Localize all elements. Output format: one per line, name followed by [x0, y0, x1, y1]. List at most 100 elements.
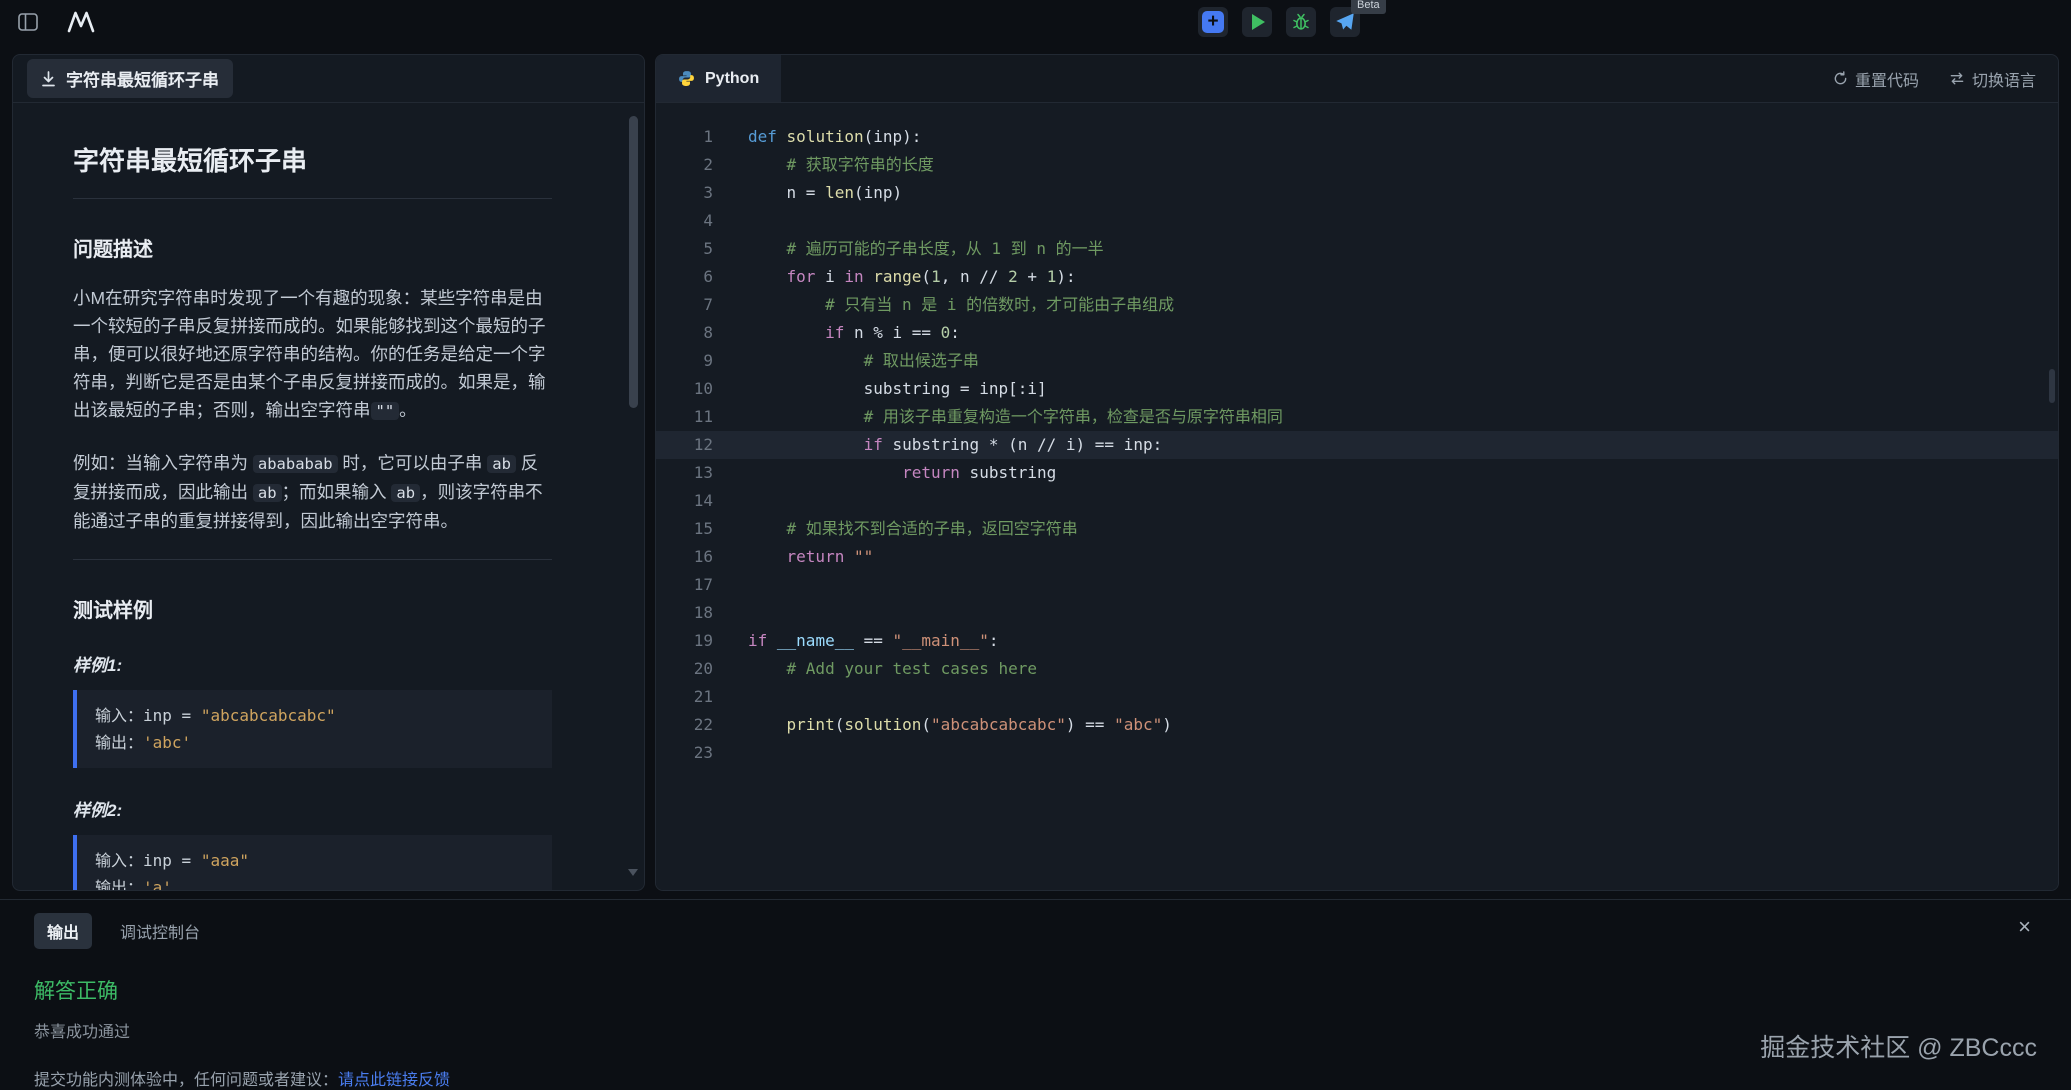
- code-line[interactable]: 18: [656, 599, 2058, 627]
- sample-line: 输出：'a': [95, 874, 534, 890]
- code-line[interactable]: 6 for i in range(1, n // 2 + 1):: [656, 263, 2058, 291]
- code-token: 1: [1047, 267, 1057, 286]
- code-token: "": [854, 547, 873, 566]
- scroll-down-arrow[interactable]: [628, 869, 638, 876]
- code-line[interactable]: 13 return substring: [656, 459, 2058, 487]
- code-line[interactable]: 19if __name__ == "__main__":: [656, 627, 2058, 655]
- problem-title: 字符串最短循环子串: [73, 141, 552, 178]
- submit-button[interactable]: Beta: [1330, 7, 1360, 37]
- code-token: i: [815, 267, 844, 286]
- code-token: [748, 239, 787, 258]
- code-line[interactable]: 10 substring = inp[:i]: [656, 375, 2058, 403]
- switch-language-button[interactable]: 切换语言: [1949, 67, 2036, 91]
- code-line[interactable]: 9 # 取出候选子串: [656, 347, 2058, 375]
- code-line[interactable]: 23: [656, 739, 2058, 767]
- code-line[interactable]: 1def solution(inp):: [656, 123, 2058, 151]
- line-number: 17: [656, 571, 713, 599]
- sidebar-toggle-icon[interactable]: [18, 13, 38, 31]
- close-icon[interactable]: ×: [2018, 916, 2031, 938]
- code-token: +: [1018, 267, 1047, 286]
- sample-line: 输入：inp = "abcabcabcabc": [95, 702, 534, 729]
- code-line[interactable]: 3 n = len(inp): [656, 179, 2058, 207]
- code-token: substring * (n // i) == inp:: [883, 435, 1162, 454]
- code-line[interactable]: 4: [656, 207, 2058, 235]
- problem-content: 字符串最短循环子串 问题描述 小M在研究字符串时发现了一个有趣的现象：某些字符串…: [13, 103, 644, 890]
- switch-language-icon: [1949, 71, 1965, 86]
- line-number: 19: [656, 627, 713, 655]
- code-token: ==: [854, 631, 893, 650]
- code-line[interactable]: 11 # 用该子串重复构造一个字符串，检查是否与原字符串相同: [656, 403, 2058, 431]
- code-line[interactable]: 16 return "": [656, 543, 2058, 571]
- code-line[interactable]: 15 # 如果找不到合适的子串，返回空字符串: [656, 515, 2058, 543]
- text-segment: 时，它可以由子串: [338, 453, 488, 473]
- debug-button[interactable]: [1286, 7, 1316, 37]
- code-token: return: [902, 463, 960, 482]
- code-text: # 获取字符串的长度: [713, 151, 934, 179]
- code-token: if: [864, 435, 883, 454]
- code-token: 1: [931, 267, 941, 286]
- line-number: 1: [656, 123, 713, 151]
- line-number: 18: [656, 599, 713, 627]
- code-line[interactable]: 7 # 只有当 n 是 i 的倍数时，才可能由子串组成: [656, 291, 2058, 319]
- output-tab-bar: 输出 调试控制台: [34, 913, 2037, 949]
- result-status: 解答正确: [34, 975, 2037, 1005]
- problem-title-pill[interactable]: 字符串最短循环子串: [27, 59, 233, 98]
- line-number: 7: [656, 291, 713, 319]
- code-text: if substring * (n // i) == inp:: [713, 431, 1162, 459]
- bug-icon: [1291, 12, 1311, 32]
- code-text: n = len(inp): [713, 179, 902, 207]
- code-token: ):: [1056, 267, 1075, 286]
- marscode-logo: [66, 11, 96, 33]
- sample-token: 输入：inp =: [95, 706, 201, 725]
- problem-panel: 字符串最短循环子串 字符串最短循环子串 问题描述 小M在研究字符串时发现了一个有…: [12, 54, 645, 891]
- sample-token: 输出：: [95, 878, 143, 890]
- code-line[interactable]: 22 print(solution("abcabcabcabc") == "ab…: [656, 711, 2058, 739]
- code-lines: 1def solution(inp):2 # 获取字符串的长度3 n = len…: [656, 123, 2058, 767]
- editor-scrollbar-thumb[interactable]: [2049, 369, 2055, 403]
- code-line[interactable]: 8 if n % i == 0:: [656, 319, 2058, 347]
- code-token: "abcabcabcabc": [931, 715, 1066, 734]
- line-number: 22: [656, 711, 713, 739]
- line-number: 20: [656, 655, 713, 683]
- code-editor[interactable]: 1def solution(inp):2 # 获取字符串的长度3 n = len…: [656, 103, 2058, 890]
- code-text: [713, 571, 748, 599]
- run-button[interactable]: [1242, 7, 1272, 37]
- code-token: in: [844, 267, 863, 286]
- code-token: substring: [960, 463, 1056, 482]
- code-token: (: [921, 715, 931, 734]
- code-line[interactable]: 12 if substring * (n // i) == inp:: [656, 431, 2058, 459]
- output-tab-output[interactable]: 输出: [34, 913, 92, 949]
- add-button[interactable]: +: [1198, 7, 1228, 37]
- problem-scrollbar-thumb[interactable]: [629, 116, 638, 408]
- line-number: 11: [656, 403, 713, 431]
- tab-python[interactable]: Python: [656, 55, 781, 102]
- code-line[interactable]: 5 # 遍历可能的子串长度，从 1 到 n 的一半: [656, 235, 2058, 263]
- code-token: [767, 631, 777, 650]
- code-line[interactable]: 20 # Add your test cases here: [656, 655, 2058, 683]
- code-text: # 只有当 n 是 i 的倍数时，才可能由子串组成: [713, 291, 1174, 319]
- code-text: substring = inp[:i]: [713, 375, 1047, 403]
- feedback-link[interactable]: 请点此链接反馈: [338, 1072, 450, 1089]
- code-text: # 用该子串重复构造一个字符串，检查是否与原字符串相同: [713, 403, 1283, 431]
- code-token: :: [950, 323, 960, 342]
- problem-panel-header: 字符串最短循环子串: [13, 55, 644, 103]
- inline-code: abababab: [253, 455, 338, 473]
- main-area: 字符串最短循环子串 字符串最短循环子串 问题描述 小M在研究字符串时发现了一个有…: [0, 44, 2071, 899]
- line-number: 8: [656, 319, 713, 347]
- code-token: # 取出候选子串: [864, 351, 979, 370]
- code-line[interactable]: 2 # 获取字符串的长度: [656, 151, 2058, 179]
- code-token: # 只有当 n 是 i 的倍数时，才可能由子串组成: [825, 295, 1174, 314]
- output-tab-console[interactable]: 调试控制台: [120, 919, 200, 943]
- line-number: 4: [656, 207, 713, 235]
- code-text: return substring: [713, 459, 1056, 487]
- inline-code: ab: [253, 484, 282, 502]
- code-line[interactable]: 17: [656, 571, 2058, 599]
- feedback-row: 提交功能内测体验中，任何问题或者建议：请点此链接反馈: [34, 1066, 2037, 1090]
- code-line[interactable]: 14: [656, 487, 2058, 515]
- description-paragraphs: 小M在研究字符串时发现了一个有趣的现象：某些字符串是由一个较短的子串反复拼接而成…: [73, 284, 552, 535]
- code-text: # 遍历可能的子串长度，从 1 到 n 的一半: [713, 235, 1104, 263]
- code-text: return "": [713, 543, 873, 571]
- sample-token: 输入：inp =: [95, 851, 201, 870]
- code-line[interactable]: 21: [656, 683, 2058, 711]
- reset-code-button[interactable]: 重置代码: [1833, 67, 1919, 91]
